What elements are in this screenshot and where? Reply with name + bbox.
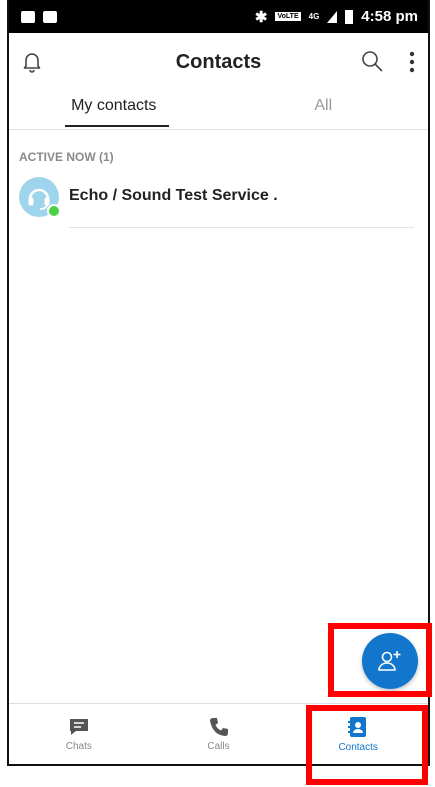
message-notification-icon (21, 10, 35, 23)
notification-icons (21, 10, 57, 23)
signal-icon (327, 10, 338, 23)
highlight-box-contacts-tab (306, 705, 428, 785)
active-tab-indicator (65, 125, 169, 127)
highlight-box-add-contact (328, 623, 432, 697)
phone-icon (209, 717, 228, 736)
nav-chats[interactable]: Chats (9, 704, 149, 764)
more-options-icon[interactable] (408, 50, 416, 79)
bell-icon[interactable] (23, 51, 41, 78)
tab-all[interactable]: All (219, 91, 429, 129)
nav-label: Chats (65, 740, 92, 752)
chat-icon (69, 718, 88, 735)
active-now-heading: ACTIVE NOW (1) (19, 150, 114, 164)
contacts-tabs: My contacts All (9, 91, 428, 130)
search-icon[interactable] (360, 49, 384, 78)
nav-label: Calls (207, 740, 230, 752)
status-time: 4:58 pm (361, 8, 418, 25)
contact-row[interactable]: Echo / Sound Test Service . (19, 174, 428, 228)
battery-icon (345, 9, 354, 24)
app-header: Contacts (9, 33, 428, 91)
page-title: Contacts (175, 50, 262, 73)
volte-badge: VoLTE (275, 12, 301, 21)
nav-calls[interactable]: Calls (149, 704, 289, 764)
bluetooth-icon: ✱ (254, 8, 268, 26)
row-divider (69, 227, 414, 228)
tab-my-contacts[interactable]: My contacts (9, 91, 219, 129)
contact-name: Echo / Sound Test Service . (69, 187, 278, 204)
status-bar: ✱ VoLTE 4G 4:58 pm (9, 0, 428, 33)
tab-label: My contacts (71, 97, 157, 114)
tab-label: All (314, 97, 333, 114)
online-status-dot (47, 204, 61, 218)
image-notification-icon (43, 10, 57, 23)
network-type: 4G (308, 12, 320, 21)
system-status: ✱ VoLTE 4G 4:58 pm (255, 8, 418, 26)
